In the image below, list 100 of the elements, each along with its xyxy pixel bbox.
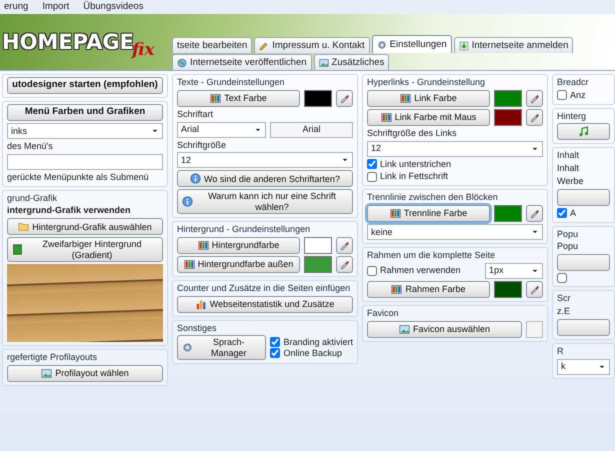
eyedropper-button[interactable] bbox=[336, 90, 353, 107]
group-title: Favicon bbox=[367, 308, 400, 319]
group-title: Hinterg bbox=[557, 110, 588, 122]
eyedropper-button[interactable] bbox=[526, 280, 543, 298]
image-icon bbox=[318, 58, 329, 68]
menu-item[interactable]: Übungsvideos bbox=[83, 1, 144, 13]
button[interactable]: Text Farbe bbox=[177, 90, 300, 107]
eyedropper-button[interactable] bbox=[336, 236, 353, 254]
checkbox-label: A bbox=[570, 208, 576, 219]
color-swatch[interactable] bbox=[304, 90, 332, 107]
tab[interactable]: tseite bearbeiten bbox=[172, 37, 252, 53]
group-title: Scr bbox=[557, 293, 572, 304]
eyedropper-icon bbox=[339, 240, 350, 251]
label-text: Werbe bbox=[557, 176, 584, 187]
button[interactable]: Menü Farben und Grafiken bbox=[7, 104, 163, 121]
palette-icon bbox=[391, 284, 402, 295]
dropdown[interactable]: 1px bbox=[485, 262, 543, 279]
tab[interactable]: Internetseite veröffentlichen bbox=[172, 54, 312, 70]
dropdown[interactable]: 12 bbox=[177, 152, 353, 168]
color-swatch[interactable] bbox=[494, 280, 522, 298]
button[interactable]: Hintergrund-Grafik auswählen bbox=[7, 218, 163, 236]
color-swatch[interactable] bbox=[304, 236, 332, 254]
checkbox-label: Link in Fettschrift bbox=[380, 171, 448, 182]
palette-icon bbox=[390, 208, 401, 219]
label-text: des Menü's bbox=[7, 141, 54, 152]
eyedropper-button[interactable] bbox=[336, 256, 353, 273]
tab[interactable]: Internetseite anmelden bbox=[454, 37, 574, 53]
button[interactable]: Webseitenstatistik und Zusätze bbox=[177, 296, 353, 313]
eyedropper-icon bbox=[529, 92, 540, 104]
info-icon bbox=[182, 196, 193, 208]
button[interactable]: Hintergrundfarbe bbox=[177, 236, 300, 254]
square-icon bbox=[12, 244, 23, 256]
label-text: Popu bbox=[557, 241, 580, 252]
palette-icon bbox=[184, 258, 195, 270]
eyedropper-button[interactable] bbox=[526, 90, 543, 107]
button[interactable]: Profilayout wählen bbox=[7, 364, 163, 382]
eyedropper-button[interactable] bbox=[526, 108, 543, 126]
button[interactable]: Favicon auswählen bbox=[367, 320, 522, 338]
color-swatch[interactable] bbox=[304, 256, 332, 273]
button[interactable]: Link Farbe bbox=[367, 90, 490, 107]
checkbox[interactable] bbox=[367, 172, 377, 182]
checkbox[interactable] bbox=[557, 273, 567, 284]
info-icon bbox=[190, 173, 202, 184]
button[interactable]: Sprach-Manager bbox=[177, 335, 266, 360]
group-title: Popu bbox=[557, 228, 580, 240]
pencil-icon bbox=[259, 40, 270, 50]
button[interactable]: Trennline Farbe bbox=[367, 204, 490, 222]
menu-item[interactable]: Import bbox=[42, 1, 70, 13]
cut-off-button[interactable] bbox=[557, 254, 610, 272]
dropdown[interactable]: inks bbox=[7, 123, 163, 139]
eyedropper-icon bbox=[339, 92, 350, 104]
group-title: Hintergrund - Grundeinstellungen bbox=[177, 224, 312, 235]
checkbox[interactable] bbox=[270, 348, 280, 358]
image-icon bbox=[398, 324, 410, 335]
group-title: Breadcr bbox=[557, 77, 590, 88]
caret-icon bbox=[151, 127, 159, 135]
dropdown[interactable]: 12 bbox=[367, 140, 543, 157]
button[interactable]: Hintergrundfarbe außen bbox=[177, 256, 300, 273]
cut-off-button[interactable] bbox=[557, 188, 610, 206]
checkbox-label: Rahmen verwenden bbox=[380, 265, 461, 276]
button[interactable]: Warum kann ich nur eine Schrift wählen? bbox=[177, 189, 353, 214]
color-swatch[interactable] bbox=[526, 320, 543, 338]
button[interactable]: Rahmen Farbe bbox=[367, 280, 490, 298]
group-title: R bbox=[557, 346, 564, 357]
color-swatch[interactable] bbox=[494, 108, 522, 126]
checkbox-label: Anz bbox=[570, 90, 586, 101]
label-text: Inhalt bbox=[557, 163, 580, 174]
checkbox[interactable] bbox=[557, 208, 567, 218]
dropdown[interactable]: Arial bbox=[177, 122, 266, 138]
dropdown[interactable]: keine bbox=[367, 224, 543, 240]
tab[interactable]: Einstellungen bbox=[372, 35, 452, 53]
menu-item[interactable]: erung bbox=[4, 1, 28, 13]
label-text: intergrund-Grafik verwenden bbox=[7, 205, 132, 216]
button[interactable]: utodesigner starten (empfohlen) bbox=[7, 77, 163, 94]
color-swatch[interactable] bbox=[494, 204, 522, 222]
checkbox[interactable] bbox=[367, 266, 377, 276]
tab[interactable]: Impressum u. Kontakt bbox=[254, 37, 370, 53]
label-text: Schriftart bbox=[177, 108, 214, 120]
label-text: Schriftgröße des Links bbox=[367, 128, 458, 139]
input-field[interactable] bbox=[7, 154, 163, 170]
palette-icon bbox=[210, 92, 222, 104]
download-icon bbox=[458, 40, 469, 50]
tab[interactable]: Zusätzliches bbox=[314, 54, 390, 70]
button[interactable]: Zweifarbiger Hintergrund (Gradient) bbox=[7, 237, 163, 262]
icon-button[interactable] bbox=[557, 123, 610, 140]
dropdown[interactable]: k bbox=[557, 358, 610, 375]
checkbox[interactable] bbox=[367, 158, 377, 169]
checkbox[interactable] bbox=[270, 337, 280, 348]
button[interactable]: Link Farbe mit Maus bbox=[367, 108, 490, 126]
eyedropper-button[interactable] bbox=[526, 204, 543, 222]
group-title: Rahmen um die komplette Seite bbox=[367, 250, 496, 261]
cut-off-button[interactable] bbox=[557, 318, 610, 336]
folder-icon bbox=[18, 221, 30, 232]
group-title: Inhalt bbox=[557, 150, 580, 162]
checkbox[interactable] bbox=[557, 90, 567, 100]
font-preview: Arial bbox=[270, 122, 353, 138]
color-swatch[interactable] bbox=[494, 90, 522, 107]
button[interactable]: Wo sind die anderen Schriftarten? bbox=[177, 170, 353, 188]
eyedropper-icon bbox=[529, 208, 540, 219]
label-text: Schriftgröße bbox=[177, 140, 228, 150]
